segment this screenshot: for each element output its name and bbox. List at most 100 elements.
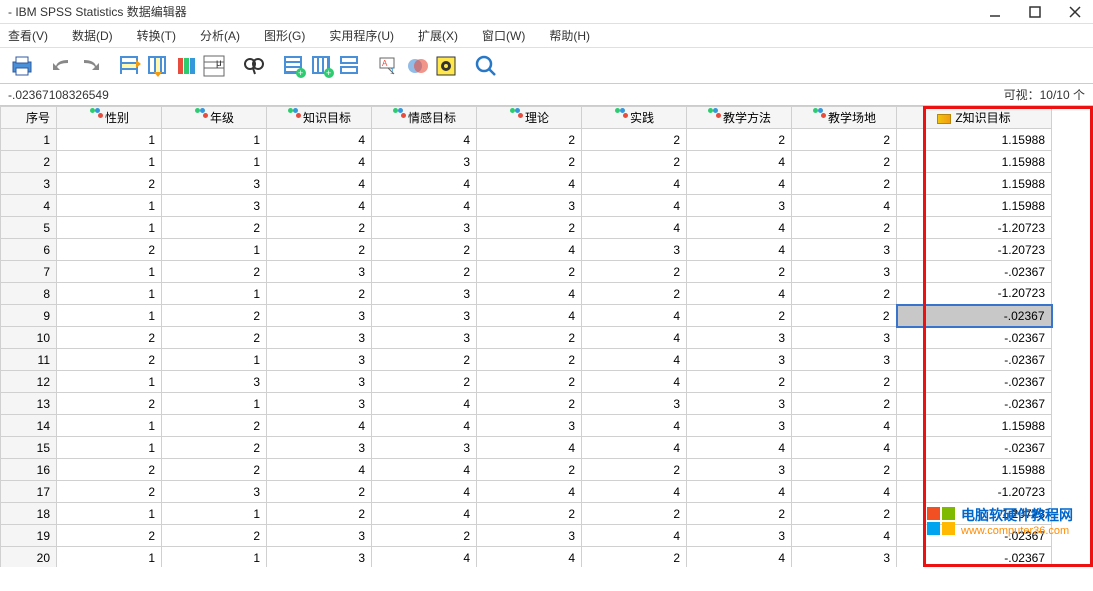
data-cell[interactable]: 4 <box>687 173 792 195</box>
print-icon[interactable] <box>8 52 36 80</box>
data-cell[interactable]: 3 <box>372 283 477 305</box>
data-cell[interactable]: 4 <box>372 393 477 415</box>
data-cell[interactable]: 3 <box>372 217 477 239</box>
data-cell[interactable]: 2 <box>792 371 897 393</box>
row-number[interactable]: 6 <box>1 239 57 261</box>
data-cell[interactable]: 4 <box>687 481 792 503</box>
data-cell[interactable]: 4 <box>582 415 687 437</box>
row-number[interactable]: 3 <box>1 173 57 195</box>
row-number[interactable]: 5 <box>1 217 57 239</box>
data-cell[interactable]: 2 <box>582 283 687 305</box>
column-header[interactable]: 情感目标 <box>372 107 477 129</box>
data-cell[interactable]: 2 <box>162 327 267 349</box>
data-cell[interactable]: 4 <box>372 459 477 481</box>
column-header[interactable]: 知识目标 <box>267 107 372 129</box>
data-cell[interactable]: 2 <box>372 525 477 547</box>
data-cell[interactable]: 3 <box>687 393 792 415</box>
data-cell[interactable]: 2 <box>687 503 792 525</box>
table-row[interactable]: 512232442-1.20723 <box>1 217 1052 239</box>
data-cell-z[interactable]: -1.20723 <box>897 217 1052 239</box>
data-cell[interactable]: 4 <box>372 503 477 525</box>
data-cell[interactable]: 3 <box>162 481 267 503</box>
undo-icon[interactable] <box>48 52 76 80</box>
data-cell[interactable]: 3 <box>792 349 897 371</box>
row-number[interactable]: 2 <box>1 151 57 173</box>
value-labels-icon[interactable]: A1 <box>376 52 404 80</box>
split-file-icon[interactable] <box>336 52 364 80</box>
data-cell[interactable]: 4 <box>267 151 372 173</box>
data-cell[interactable]: 2 <box>57 525 162 547</box>
data-cell[interactable]: 4 <box>372 415 477 437</box>
row-number[interactable]: 14 <box>1 415 57 437</box>
data-cell[interactable]: 2 <box>57 459 162 481</box>
column-header-z[interactable]: Z知识目标 <box>897 107 1052 129</box>
data-cell-z[interactable]: -.02367 <box>897 547 1052 568</box>
row-number[interactable]: 4 <box>1 195 57 217</box>
data-cell[interactable]: 4 <box>792 525 897 547</box>
data-cell[interactable]: 1 <box>162 283 267 305</box>
data-cell[interactable]: 2 <box>477 217 582 239</box>
data-cell[interactable]: 1 <box>57 217 162 239</box>
data-cell[interactable]: 2 <box>162 525 267 547</box>
menu-analyze[interactable]: 分析(A) <box>196 25 244 46</box>
column-header[interactable]: 教学方法 <box>687 107 792 129</box>
data-cell[interactable]: 3 <box>687 349 792 371</box>
data-cell[interactable]: 2 <box>477 327 582 349</box>
data-cell[interactable]: 4 <box>477 173 582 195</box>
row-number[interactable]: 18 <box>1 503 57 525</box>
data-cell[interactable]: 4 <box>582 217 687 239</box>
data-cell[interactable]: 2 <box>57 393 162 415</box>
data-cell[interactable]: 3 <box>372 151 477 173</box>
data-cell[interactable]: 2 <box>687 261 792 283</box>
data-cell[interactable]: 2 <box>582 261 687 283</box>
row-number[interactable]: 11 <box>1 349 57 371</box>
data-cell[interactable]: 2 <box>477 393 582 415</box>
menu-help[interactable]: 帮助(H) <box>545 25 594 46</box>
data-cell[interactable]: 3 <box>687 195 792 217</box>
data-cell[interactable]: 2 <box>477 459 582 481</box>
data-cell[interactable]: 4 <box>687 151 792 173</box>
data-cell[interactable]: 1 <box>57 129 162 151</box>
data-cell[interactable]: 2 <box>372 371 477 393</box>
data-cell[interactable]: 2 <box>267 503 372 525</box>
data-cell[interactable]: 1 <box>57 151 162 173</box>
data-cell[interactable]: 2 <box>792 173 897 195</box>
data-cell[interactable]: 4 <box>477 283 582 305</box>
data-cell[interactable]: 2 <box>582 503 687 525</box>
data-cell[interactable]: 2 <box>582 129 687 151</box>
table-row[interactable]: 811234242-1.20723 <box>1 283 1052 305</box>
data-cell[interactable]: 1 <box>162 547 267 568</box>
data-cell[interactable]: 2 <box>57 327 162 349</box>
data-cell[interactable]: 4 <box>582 481 687 503</box>
data-cell[interactable]: 3 <box>792 327 897 349</box>
data-cell-z[interactable]: 1.15988 <box>897 415 1052 437</box>
data-cell[interactable]: 2 <box>57 239 162 261</box>
row-number[interactable]: 10 <box>1 327 57 349</box>
table-row[interactable]: 1321342332-.02367 <box>1 393 1052 415</box>
data-cell[interactable]: 3 <box>372 437 477 459</box>
data-cell[interactable]: 2 <box>162 217 267 239</box>
data-cell-z[interactable]: -1.20723 <box>897 239 1052 261</box>
data-cell[interactable]: 2 <box>267 239 372 261</box>
data-cell[interactable]: 1 <box>162 239 267 261</box>
column-header[interactable]: 年级 <box>162 107 267 129</box>
data-cell[interactable]: 4 <box>372 481 477 503</box>
data-cell[interactable]: 3 <box>267 261 372 283</box>
table-row[interactable]: 1922323434-.02367 <box>1 525 1052 547</box>
menu-view[interactable]: 查看(V) <box>4 25 52 46</box>
data-cell[interactable]: 3 <box>267 349 372 371</box>
data-cell[interactable]: 2 <box>477 371 582 393</box>
data-cell[interactable]: 1 <box>57 437 162 459</box>
data-cell[interactable]: 4 <box>687 217 792 239</box>
data-cell[interactable]: 3 <box>792 239 897 261</box>
data-cell[interactable]: 4 <box>267 129 372 151</box>
data-cell[interactable]: 1 <box>57 283 162 305</box>
maximize-button[interactable] <box>1025 2 1045 22</box>
data-cell[interactable]: 1 <box>57 503 162 525</box>
table-row[interactable]: 712322223-.02367 <box>1 261 1052 283</box>
data-cell[interactable]: 4 <box>477 437 582 459</box>
data-cell[interactable]: 2 <box>162 415 267 437</box>
row-number[interactable]: 20 <box>1 547 57 568</box>
data-cell[interactable]: 4 <box>582 349 687 371</box>
data-cell[interactable]: 1 <box>57 371 162 393</box>
